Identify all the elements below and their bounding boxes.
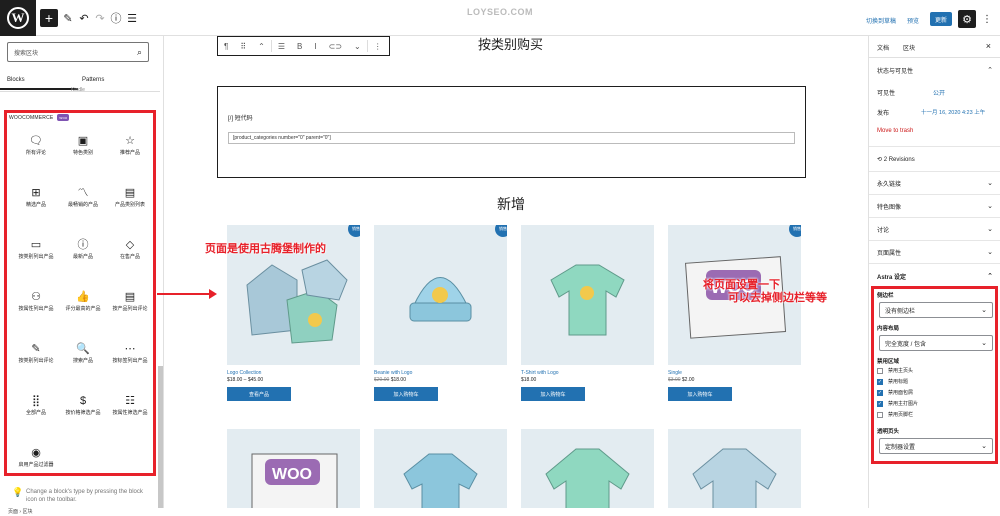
product-card[interactable]: WOO 销售 Single $3.00 $2.00 加入购物车 [668,225,801,401]
chevron-up-icon: ⌃ [987,67,993,74]
highlight-astra-settings [871,286,998,464]
featured-image-panel[interactable]: 特色图像 ⌄ [877,202,993,211]
editor-canvas: ¶ ⠿ ⌃ ☰ B I ⊂⊃ ⌄ ⋮ 按类别购买 [/] 短代码 [product_catego… [164,36,850,508]
svg-text:WOO: WOO [272,466,312,483]
product-card[interactable] [521,429,654,508]
align-icon[interactable]: ☰ [272,42,291,51]
product-image[interactable]: WOO [227,429,360,508]
settings-gear-icon[interactable]: ⚙ [958,10,976,28]
revisions-icon: ⟲ [877,157,883,163]
chevron-down-icon: ⌄ [987,226,993,233]
inserter-scrollbar[interactable] [158,366,163,508]
astra-settings-panel[interactable]: Astra 设定 ⌃ [877,272,993,281]
block-search-input[interactable]: 搜索区块 ⌕ [7,42,149,62]
search-icon: ⌕ [136,47,142,57]
revisions-link[interactable]: ⟲ 2 Revisions [877,156,993,163]
product-image[interactable] [521,429,654,508]
bold-icon[interactable]: B [291,42,308,51]
heading-shop-by-category[interactable]: 按类别购买 [478,36,543,53]
move-up-down-icon[interactable]: ⌃ [252,42,271,51]
details-info-icon[interactable]: ⓘ [110,9,122,27]
page-attributes-panel[interactable]: 页面属性 ⌄ [877,248,993,257]
annotation-page-settings-2: 可以去掉侧边栏等等 [728,292,827,304]
tab-block[interactable]: 区块 [903,43,915,52]
redo-icon[interactable]: ↷ [94,9,106,27]
shortcode-label: [/] 短代码 [228,116,253,122]
product-card[interactable]: WOO [227,429,360,508]
product-image[interactable]: 销售 [374,225,507,365]
link-icon[interactable]: ⊂⊃ [323,42,348,51]
editor-top-bar: W + ✎ ↶ ↷ ⓘ ☰ LOYSEO.COM 切换到草稿 预览 更新 ⚙ ⋮ [0,0,1000,36]
publish-date-value[interactable]: 十一月 16, 2020 4:23 上午 [921,108,985,116]
search-placeholder: 搜索区块 [14,50,39,57]
add-to-cart-button[interactable]: 加入购物车 [668,387,732,401]
annotation-gutenberg: 页面是使用古腾堡制作的 [205,243,326,255]
product-card[interactable]: 销售 Beanie with Logo $20.00 $18.00 加入购物车 [374,225,507,401]
wordpress-icon: W [7,7,29,29]
old-price: $20.00 [374,377,390,383]
status-breadcrumb: 页面 › 区块 [0,508,1000,516]
close-icon[interactable]: × [986,41,991,51]
kindle-label: Kindle [71,87,85,93]
highlight-woocommerce-blocks [4,110,156,476]
drag-handle-icon[interactable]: ⠿ [234,42,252,51]
block-options-icon[interactable]: ⋮ [368,42,388,51]
chevron-down-icon: ⌄ [987,249,993,256]
product-price: $18.00 – $45.00 [227,377,264,383]
paragraph-icon[interactable]: ¶ [218,42,234,51]
product-price: $18.00 [521,377,537,383]
product-name[interactable]: Single [668,370,801,376]
add-block-button[interactable]: + [40,9,58,27]
move-to-trash-link[interactable]: Move to trash [877,128,993,134]
product-image[interactable] [521,225,654,365]
site-watermark: LOYSEO.COM [467,7,534,17]
old-price: $3.00 [668,377,681,383]
heading-new[interactable]: 新增 [497,194,525,214]
more-formats-icon[interactable]: ⌄ [348,42,367,51]
status-visibility-panel[interactable]: 状态与可见性 ⌃ [877,66,993,75]
lightbulb-icon: 💡 [12,487,24,497]
add-to-cart-button[interactable]: 加入购物车 [374,387,438,401]
block-type-hint: 💡 Change a block's type by pressing the b… [12,487,143,504]
visibility-value[interactable]: 公开 [933,88,945,97]
permalink-panel[interactable]: 永久链接 ⌄ [877,179,993,188]
tab-blocks[interactable]: Blocks [0,77,77,90]
annotation-arrow [157,289,217,299]
shortcode-block[interactable]: [/] 短代码 [product_categories number="0" p… [217,86,806,178]
product-name[interactable]: Logo Collection [227,370,360,376]
annotation-page-settings-1: 将页面设置一下 [703,279,780,291]
product-name[interactable]: T-Shirt with Logo [521,370,654,376]
list-view-icon[interactable]: ☰ [126,9,138,27]
product-card[interactable] [374,429,507,508]
more-options-icon[interactable]: ⋮ [982,10,992,28]
product-card[interactable]: T-Shirt with Logo $18.00 加入购物车 [521,225,654,401]
chevron-down-icon: ⌄ [987,180,993,187]
wordpress-logo-button[interactable]: W [0,0,36,36]
tab-patterns[interactable]: Patterns [82,77,104,83]
undo-icon[interactable]: ↶ [78,9,90,27]
tab-document[interactable]: 文档 [877,43,889,52]
discussion-panel[interactable]: 讨论 ⌄ [877,225,993,234]
shortcode-input[interactable]: [product_categories number="0" parent="0… [228,132,795,144]
product-image[interactable] [668,429,801,508]
product-price: $3.00 $2.00 [668,377,695,383]
product-image[interactable] [374,429,507,508]
update-button[interactable]: 更新 [930,12,952,26]
italic-icon[interactable]: I [308,42,322,51]
product-price: $20.00 $18.00 [374,377,406,383]
add-to-cart-button[interactable]: 查看产品 [227,387,291,401]
sidebar-tabs: 文档 区块 × [869,36,1000,58]
preview-link[interactable]: 预览 [907,16,919,25]
product-card[interactable] [668,429,801,508]
product-name[interactable]: Beanie with Logo [374,370,507,376]
chevron-down-icon: ⌄ [987,203,993,210]
publish-row: 发布 十一月 16, 2020 4:23 上午 [877,108,986,117]
add-to-cart-button[interactable]: 加入购物车 [521,387,585,401]
edit-tools-icon[interactable]: ✎ [62,9,74,27]
switch-to-draft-link[interactable]: 切换到草稿 [866,16,896,25]
chevron-up-icon: ⌃ [987,273,993,280]
block-toolbar: ¶ ⠿ ⌃ ☰ B I ⊂⊃ ⌄ ⋮ [217,36,390,56]
visibility-row: 可见性 公开 [877,88,993,97]
